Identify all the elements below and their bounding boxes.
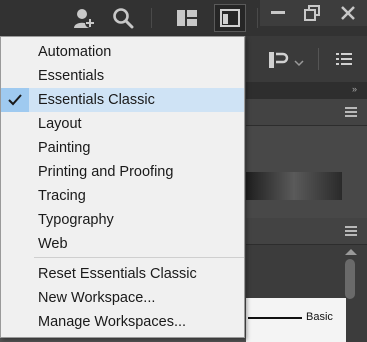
menu-item-label: Automation [38, 44, 112, 60]
menu-item-essentials-classic[interactable]: Essentials Classic [1, 88, 244, 112]
application-bar [0, 0, 367, 36]
user-add-icon[interactable] [70, 6, 98, 30]
menu-item-label: Printing and Proofing [38, 164, 174, 180]
stroke-panel: Basic [246, 245, 367, 342]
layout-grid-icon[interactable] [174, 6, 200, 30]
panel-dock-header: » [246, 82, 367, 99]
menu-item-label: Essentials [38, 68, 105, 84]
menu-item-label: Web [38, 236, 68, 252]
paragraph-align-icon[interactable] [268, 50, 290, 75]
panel-header-1 [246, 99, 367, 126]
menu-item-automation[interactable]: Automation [1, 40, 244, 64]
menu-item-manage-workspaces[interactable]: Manage Workspaces... [1, 310, 244, 334]
menu-item-label: Essentials Classic [38, 92, 155, 108]
close-icon[interactable] [329, 0, 367, 26]
panel-menu-icon[interactable] [345, 226, 357, 236]
menu-item-label: Typography [38, 212, 114, 228]
menu-item-web[interactable]: Web [1, 232, 244, 256]
stroke-label: Basic [306, 311, 333, 323]
panel-layout-icon[interactable] [214, 4, 246, 32]
stroke-line [248, 317, 302, 319]
brush-preview[interactable]: Basic [246, 298, 346, 342]
menu-item-label: Tracing [38, 188, 86, 204]
menu-item-layout[interactable]: Layout [1, 112, 244, 136]
divider [318, 48, 319, 70]
menu-item-label: Layout [38, 116, 82, 132]
menu-item-label: Manage Workspaces... [38, 314, 187, 330]
menu-item-tracing[interactable]: Tracing [1, 184, 244, 208]
menu-item-label: New Workspace... [38, 290, 156, 306]
collapse-icon[interactable]: » [352, 84, 357, 94]
workspace-menu: Automation Essentials Essentials Classic… [0, 36, 245, 338]
control-strip [246, 36, 367, 82]
panel-menu-icon[interactable] [345, 107, 357, 117]
menu-item-new-workspace[interactable]: New Workspace... [1, 286, 244, 310]
gradient-panel [246, 126, 367, 222]
restore-icon[interactable] [294, 0, 330, 26]
menu-separator [34, 257, 244, 258]
menu-item-painting[interactable]: Painting [1, 136, 244, 160]
gradient-swatch[interactable] [246, 172, 342, 200]
scroll-up-icon[interactable] [345, 249, 357, 255]
search-icon[interactable] [110, 6, 136, 30]
minimize-icon[interactable] [260, 0, 296, 26]
menu-item-reset-workspace[interactable]: Reset Essentials Classic [1, 262, 244, 286]
menu-item-essentials[interactable]: Essentials [1, 64, 244, 88]
menu-item-label: Painting [38, 140, 91, 156]
menu-item-printing-and-proofing[interactable]: Printing and Proofing [1, 160, 244, 184]
menu-item-label: Reset Essentials Classic [38, 266, 197, 282]
toolbar-divider [151, 8, 152, 28]
list-icon[interactable] [336, 52, 352, 71]
chevron-down-icon[interactable] [294, 54, 304, 72]
menu-item-typography[interactable]: Typography [1, 208, 244, 232]
scrollbar-thumb[interactable] [345, 259, 355, 299]
checkmark-icon [1, 88, 29, 112]
toolbar-divider [257, 8, 258, 28]
panel-header-2 [246, 218, 367, 245]
